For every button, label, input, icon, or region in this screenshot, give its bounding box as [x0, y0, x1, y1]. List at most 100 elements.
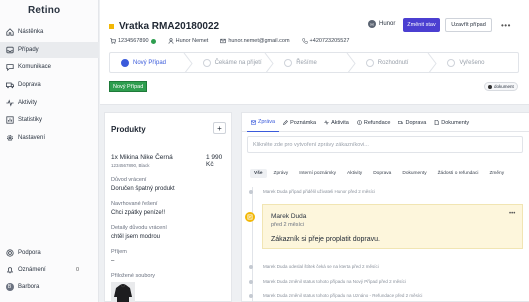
timeline-event: Marek Duda případ přidělil uživateli Hun…	[249, 189, 375, 194]
customer-name[interactable]: Hunor Nemet	[168, 38, 208, 44]
step-dot	[447, 58, 456, 67]
document-chip[interactable]: dokument	[484, 82, 518, 91]
filter-shipping[interactable]: Doprava	[369, 169, 395, 178]
step-decision[interactable]: Rozhodnutí	[355, 53, 438, 72]
sidebar-item-cases[interactable]: Případy	[0, 42, 99, 58]
customer-email[interactable]: hunor.nemet@gmail.com	[220, 38, 290, 44]
filter-refund-requests[interactable]: Žádosti o refundaci	[434, 169, 483, 178]
inbox-icon	[5, 46, 14, 55]
tab-shipping[interactable]: Doprava	[394, 113, 430, 132]
sidebar-item-user[interactable]: B Barbora	[0, 279, 99, 295]
notifications-count: 0	[75, 267, 79, 273]
chat-icon	[5, 63, 14, 72]
timeline-dot	[249, 293, 253, 298]
message-card: Marek Duda před 2 měsíci Zákazník si pře…	[262, 204, 523, 249]
sidebar-item-statistics[interactable]: Statistiky	[0, 112, 99, 128]
sidebar-item-activities[interactable]: Aktivity	[0, 95, 99, 111]
timeline-dot	[249, 189, 253, 194]
sidebar-item-label: Podpora	[18, 250, 41, 256]
message-author: Marek Duda	[271, 213, 307, 220]
assignee-avatar: H	[368, 20, 376, 28]
tab-message[interactable]: Zpráva	[247, 113, 280, 132]
message-text: Zákazník si přeje proplatit dopravu.	[271, 236, 380, 243]
avatar-initial: B	[5, 283, 14, 291]
assignee-chip[interactable]: H Hunor	[368, 20, 395, 28]
attachments-label: Přiložené soubory	[111, 273, 156, 279]
sidebar-item-settings[interactable]: Nastavení	[0, 130, 99, 146]
proposed-solution-value: Chci zpátky peníze!!	[111, 210, 166, 216]
cart-icon	[110, 38, 116, 44]
phone-icon	[301, 38, 308, 44]
sidebar-item-notifications[interactable]: Oznámení 0	[0, 262, 99, 278]
more-options-icon[interactable]: •••	[509, 211, 515, 217]
user-avatar: B	[5, 283, 14, 292]
assignee-name: Hunor	[379, 21, 396, 27]
sidebar-item-label: Oznámení	[18, 267, 46, 273]
receipt-label: Příjem	[111, 249, 127, 255]
case-progress-stepper: Nový Případ Čekáme na přijetí Řešíme Roz…	[109, 52, 519, 73]
tab-documents[interactable]: Dokumenty	[430, 113, 473, 132]
timeline-event: Marek Duda změnil status tohoto případu …	[249, 279, 406, 284]
timeline-dot	[249, 264, 253, 269]
pencil-icon	[283, 120, 289, 125]
sidebar-item-label: Aktivity	[18, 100, 38, 106]
refund-icon	[357, 120, 362, 125]
step-dot	[284, 58, 293, 67]
filter-changes[interactable]: Změny	[485, 169, 508, 178]
products-title: Produkty	[111, 125, 146, 134]
step-dot	[121, 58, 129, 67]
case-title-row: Vratka RMA20180022	[109, 21, 219, 32]
communication-panel: Zpráva Poznámka Aktivita Refundace Dopra…	[241, 112, 529, 302]
mail-icon	[220, 38, 227, 44]
receipt-value: –	[111, 258, 115, 264]
step-resolved[interactable]: Vyřešeno	[436, 53, 518, 72]
step-resolving[interactable]: Řešíme	[273, 53, 356, 72]
sidebar: Retino Nástěnka Případy Komunikace Dopra…	[0, 0, 99, 302]
proposed-solution-label: Navrhované řešení	[111, 201, 158, 207]
truck-icon	[5, 81, 14, 90]
sidebar-item-label: Nastavení	[18, 135, 46, 141]
customer-phone[interactable]: +420723205527	[301, 38, 349, 44]
product-price: 1 990 Kč	[206, 154, 223, 168]
sidebar-item-shipping[interactable]: Doprava	[0, 77, 99, 93]
sidebar-item-label: Nástěnka	[18, 29, 44, 35]
sidebar-item-communication[interactable]: Komunikace	[0, 59, 99, 75]
verified-icon	[150, 38, 156, 44]
timeline-filters: Vše Zprávy Interní poznámky Aktivity Dop…	[250, 169, 511, 178]
mail-icon	[251, 119, 256, 125]
app-logo[interactable]: Retino	[28, 5, 60, 16]
step-dot	[365, 58, 374, 67]
timeline-event: Marek Duda odeslal štítek čeká se na kte…	[249, 264, 379, 269]
attachment-thumbnail[interactable]	[111, 282, 135, 302]
case-status-dot	[109, 24, 114, 29]
chart-icon	[5, 116, 14, 125]
tab-refund[interactable]: Refundace	[353, 113, 395, 132]
product-name: 1x Mikina Nike Černá	[111, 154, 173, 161]
user-icon	[168, 38, 173, 44]
truck-icon	[398, 121, 404, 124]
step-awaiting-receipt[interactable]: Čekáme na přijetí	[192, 53, 274, 72]
status-badge: Nový Případ	[109, 81, 148, 92]
return-reason-value: Doručen špatný produkt	[111, 186, 175, 192]
filter-documents[interactable]: Dokumenty	[398, 169, 430, 178]
change-state-button[interactable]: Změnit stav	[403, 18, 440, 32]
help-icon	[5, 249, 14, 258]
tab-activity[interactable]: Aktivita	[320, 113, 353, 132]
add-product-button[interactable]: +	[213, 122, 226, 134]
close-case-button[interactable]: Uzavřít případ	[445, 18, 492, 32]
sidebar-item-dashboard[interactable]: Nástěnka	[0, 24, 99, 40]
tab-note[interactable]: Poznámka	[279, 113, 320, 132]
page-title: Vratka RMA20180022	[119, 21, 220, 32]
filter-internal-notes[interactable]: Interní poznámky	[295, 169, 340, 178]
filter-activities[interactable]: Aktivity	[343, 169, 366, 178]
step-new-case[interactable]: Nový Případ	[110, 53, 193, 72]
more-options-icon[interactable]: •••	[501, 21, 511, 30]
bell-icon	[5, 266, 14, 275]
hoodie-image	[114, 284, 132, 302]
order-number[interactable]: 1234567890	[110, 38, 156, 44]
sidebar-item-support[interactable]: Podpora	[0, 245, 99, 261]
timeline-line	[252, 187, 253, 302]
message-compose-input[interactable]: Klikněte zde pro vytvoření zprávy zákazn…	[247, 136, 523, 153]
filter-all[interactable]: Vše	[250, 169, 267, 178]
filter-messages[interactable]: Zprávy	[270, 169, 293, 178]
